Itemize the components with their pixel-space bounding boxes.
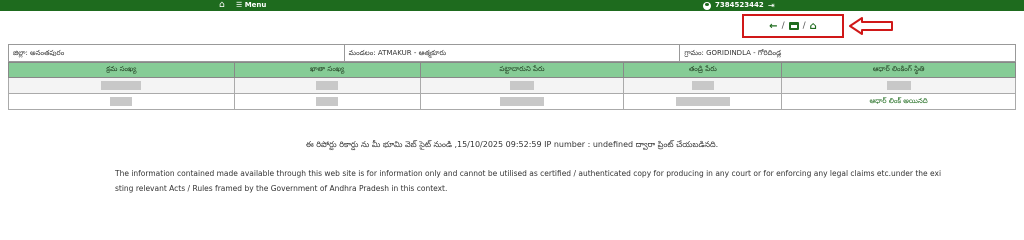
left-arrow-annotation-icon (849, 17, 893, 35)
action-toolbar: ← / / ⌂ (742, 14, 844, 38)
redacted-block (316, 97, 339, 106)
column-header-khata: ఖాతా సంఖ్య (233, 62, 421, 78)
column-header-father: తండ్రి పేరు (623, 62, 783, 78)
table-cell (233, 77, 421, 94)
column-header-aadhaar-status: ఆధార్ లింకింగ్ స్థితి (781, 62, 1016, 78)
location-info-row: జిల్లా: అనంతపురం మండలం: ATMAKUR - ఆత్మకూ… (8, 44, 1016, 62)
table-row: ఆధార్ లింక్ అయినది (8, 93, 1016, 110)
table-cell (623, 77, 783, 94)
aadhaar-linking-table: క్రమ సంఖ్య ఖాతా సంఖ్య పట్టాదారుని పేరు త… (8, 62, 1016, 110)
back-arrow-icon[interactable]: ← (769, 21, 777, 32)
redacted-block (886, 81, 911, 90)
separator: / (781, 21, 785, 31)
table-cell (419, 77, 625, 94)
redacted-block (101, 81, 142, 90)
table-cell (8, 77, 235, 94)
column-header-serial: క్రమ సంఖ్య (8, 62, 235, 78)
redacted-block (509, 81, 534, 90)
village-label: గ్రామం: (684, 49, 704, 57)
village-value: GORIDINDLA - గోరిదిండ్ల (706, 49, 782, 57)
user-icon (703, 1, 711, 10)
menu-button[interactable]: ☰ Menu (236, 1, 266, 10)
redacted-block (675, 97, 730, 106)
redacted-block (110, 97, 133, 106)
disclaimer-text: The information contained made available… (115, 166, 975, 196)
mandal-label: మండలం: (348, 49, 376, 57)
district-value: అనంతపురం (30, 49, 65, 57)
top-navbar: ⌂ ☰ Menu 7384523442 ⇥ (0, 0, 1024, 11)
village-cell: గ్రామం: GORIDINDLA - గోరిదిండ్ల (680, 45, 1015, 61)
print-icon[interactable] (788, 22, 799, 30)
user-info: 7384523442 (703, 1, 764, 10)
table-cell (233, 93, 421, 110)
mandal-value: ATMAKUR - ఆత్మకూరు (377, 49, 447, 57)
table-cell (8, 93, 235, 110)
table-cell (781, 77, 1016, 94)
table-cell (419, 93, 625, 110)
column-header-pattadar: పట్టాదారుని పేరు (419, 62, 625, 78)
home-icon[interactable]: ⌂ (219, 1, 225, 10)
redacted-block (499, 97, 544, 106)
table-cell (623, 93, 783, 110)
mandal-cell: మండలం: ATMAKUR - ఆత్మకూరు (345, 45, 681, 61)
print-generated-note: ఈ రిపోర్టు రికార్డు ను మీ భూమి వెబ్ సైట్… (305, 140, 719, 149)
separator: / (802, 21, 806, 31)
home-icon[interactable]: ⌂ (810, 21, 817, 32)
table-header-row: క్రమ సంఖ్య ఖాతా సంఖ్య పట్టాదారుని పేరు త… (8, 62, 1016, 78)
aadhaar-status-cell: ఆధార్ లింక్ అయినది (781, 93, 1016, 110)
user-phone: 7384523442 (715, 1, 764, 9)
disclaimer-line: The information contained made available… (115, 169, 942, 178)
logout-icon[interactable]: ⇥ (768, 1, 775, 10)
redacted-block (691, 81, 714, 90)
redacted-block (316, 81, 339, 90)
table-row (8, 77, 1016, 94)
menu-label: Menu (244, 1, 267, 9)
district-label: జిల్లా: (13, 49, 28, 57)
disclaimer-line: sting relevant Acts / Rules framed by th… (115, 184, 448, 193)
district-cell: జిల్లా: అనంతపురం (9, 45, 345, 61)
